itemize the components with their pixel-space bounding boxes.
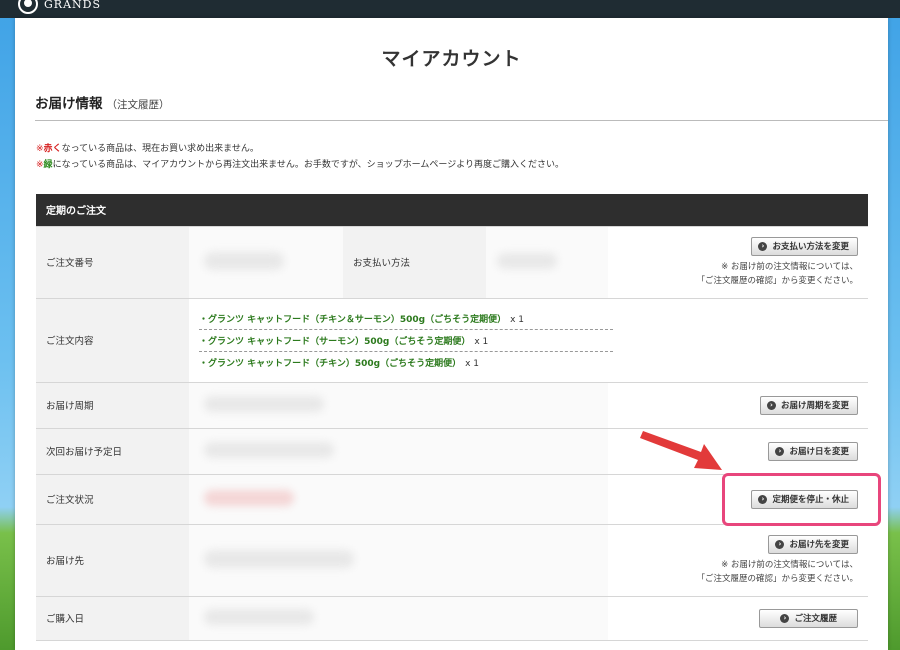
table-row: ご注文内容 ・グランツ キャットフード（チキン＆サーモン）500g（ごちそう定期… (36, 298, 868, 383)
order-number-value (189, 226, 343, 299)
button-label: お支払い方法を変更 (772, 242, 849, 252)
history-actions: › ご注文履歴 (608, 596, 868, 641)
logo-text: GRANDS (44, 0, 101, 11)
note-line: 「ご注文履歴の確認」から変更ください。 (696, 573, 858, 584)
product-line[interactable]: ・グランツ キャットフード（チキン＆サーモン）500g（ごちそう定期便） x 1 (199, 308, 613, 330)
note-line: ※ お届け前の注文情報については、 (721, 559, 858, 570)
redacted-value (204, 549, 354, 568)
button-label: お届け周期を変更 (780, 401, 849, 411)
address-actions: › お届け先を変更 ※ お届け前の注文情報については、 「ご注文履歴の確認」から変… (608, 524, 868, 597)
circle-arrow-right-icon: › (766, 400, 776, 410)
notice-line-green: ※緑になっている商品は、マイアカウントから再注文出来ません。お手数ですが、ショッ… (36, 158, 564, 174)
change-note: ※ お届け前の注文情報については、 「ご注文履歴の確認」から変更ください。 (609, 260, 858, 288)
table-row: ご注文番号 お支払い方法 › お支払い方法を変更 ※ お届け前の注文情報については… (36, 226, 868, 299)
notice-text: ※赤くなっている商品は、現在お買い求め出来ません。 ※緑になっている商品は、マイ… (36, 142, 564, 173)
redacted-value (204, 489, 294, 506)
product-name: ・グランツ キャットフード（チキン）500g（ごちそう定期便） (199, 358, 462, 369)
purchase-date-label: ご購入日 (36, 596, 189, 641)
table-row: お届け先 › お届け先を変更 ※ お届け前の注文情報については、 「ご注文履歴の確… (36, 524, 868, 597)
section-title: お届け情報 (35, 96, 103, 112)
table-header-row: 定期のご注文 (36, 194, 868, 227)
change-note: ※ お届け前の注文情報については、 「ご注文履歴の確認」から変更ください。 (609, 558, 858, 586)
product-line[interactable]: ・グランツ キャットフード（サーモン）500g（ごちそう定期便） x 1 (199, 330, 613, 352)
order-status-label: ご注文状況 (36, 474, 189, 525)
button-label: お届け先を変更 (789, 540, 849, 550)
redacted-value (204, 395, 324, 412)
redacted-value (204, 608, 314, 625)
redacted-value (204, 441, 334, 458)
note-line: ※ お届け前の注文情報については、 (721, 261, 858, 272)
section-header: お届け情報 （注文履歴） (35, 92, 888, 121)
section-subtitle: （注文履歴） (106, 99, 170, 111)
payment-method-label: お支払い方法 (343, 226, 486, 299)
button-label: ご注文履歴 (794, 614, 837, 624)
notice-asterisk: ※ (36, 144, 44, 154)
table-header: 定期のご注文 (36, 194, 868, 227)
change-address-button[interactable]: › お届け先を変更 (768, 534, 858, 554)
purchase-date-value (189, 596, 608, 641)
grands-logo-icon (18, 0, 38, 14)
order-contents-label: ご注文内容 (36, 298, 189, 383)
cycle-actions: › お届け周期を変更 (608, 382, 868, 429)
subscription-order-table: 定期のご注文 ご注文番号 お支払い方法 › お支払い方法を変更 ※ お届け前の注文… (36, 194, 868, 641)
product-qty: x 1 (465, 358, 480, 369)
notice-red-word: 赤く (43, 144, 62, 154)
table-row: お届け周期 › お届け周期を変更 (36, 382, 868, 429)
product-name: ・グランツ キャットフード（サーモン）500g（ごちそう定期便） (199, 336, 471, 347)
product-qty: x 1 (474, 336, 489, 347)
product-name: ・グランツ キャットフード（チキン＆サーモン）500g（ごちそう定期便） (199, 314, 507, 325)
circle-arrow-right-icon: › (775, 446, 785, 456)
redacted-value (204, 251, 284, 270)
product-qty: x 1 (510, 314, 525, 325)
redacted-value (497, 252, 557, 269)
circle-arrow-right-icon: › (758, 241, 768, 251)
delivery-address-label: お届け先 (36, 524, 189, 597)
account-panel: マイアカウント お届け情報 （注文履歴） ※赤くなっている商品は、現在お買い求め出… (15, 18, 888, 650)
delivery-address-value (189, 524, 608, 597)
red-arrow-icon (640, 431, 722, 470)
delivery-cycle-value (189, 382, 608, 429)
next-delivery-label: 次回お届け予定日 (36, 428, 189, 475)
notice-asterisk: ※ (36, 159, 44, 170)
next-delivery-value (189, 428, 608, 475)
change-date-button[interactable]: › お届け日を変更 (768, 441, 858, 461)
order-status-value (189, 474, 608, 525)
button-label: お届け日を変更 (789, 447, 849, 457)
note-line: 「ご注文履歴の確認」から変更ください。 (696, 275, 858, 286)
product-line[interactable]: ・グランツ キャットフード（チキン）500g（ごちそう定期便） x 1 (199, 352, 613, 373)
delivery-cycle-label: お届け周期 (36, 382, 189, 429)
payment-method-value (486, 226, 608, 299)
highlight-box (722, 473, 881, 526)
notice-line-red: ※赤くなっている商品は、現在お買い求め出来ません。 (36, 142, 564, 158)
brand-logo[interactable]: GRANDS (18, 0, 101, 14)
change-payment-button[interactable]: › お支払い方法を変更 (751, 236, 858, 256)
order-number-label: ご注文番号 (36, 226, 189, 299)
table-row: ご購入日 › ご注文履歴 (36, 596, 868, 641)
table-row: 次回お届け予定日 › お届け日を変更 (36, 428, 868, 475)
circle-arrow-right-icon: › (775, 539, 785, 549)
notice-red-rest: なっている商品は、現在お買い求め出来ません。 (61, 144, 259, 154)
payment-actions: › お支払い方法を変更 ※ お届け前の注文情報については、 「ご注文履歴の確認」か… (608, 226, 868, 299)
order-contents-value: ・グランツ キャットフード（チキン＆サーモン）500g（ごちそう定期便） x 1 … (189, 298, 868, 383)
order-history-button[interactable]: › ご注文履歴 (759, 608, 858, 628)
page-title: マイアカウント (381, 48, 522, 70)
change-cycle-button[interactable]: › お届け周期を変更 (759, 395, 858, 415)
notice-green-word: 緑 (43, 159, 53, 170)
notice-green-rest: になっている商品は、マイアカウントから再注文出来ません。お手数ですが、ショップホ… (52, 159, 565, 170)
top-header-bar: GRANDS (0, 0, 900, 18)
circle-arrow-right-icon: › (780, 613, 790, 623)
